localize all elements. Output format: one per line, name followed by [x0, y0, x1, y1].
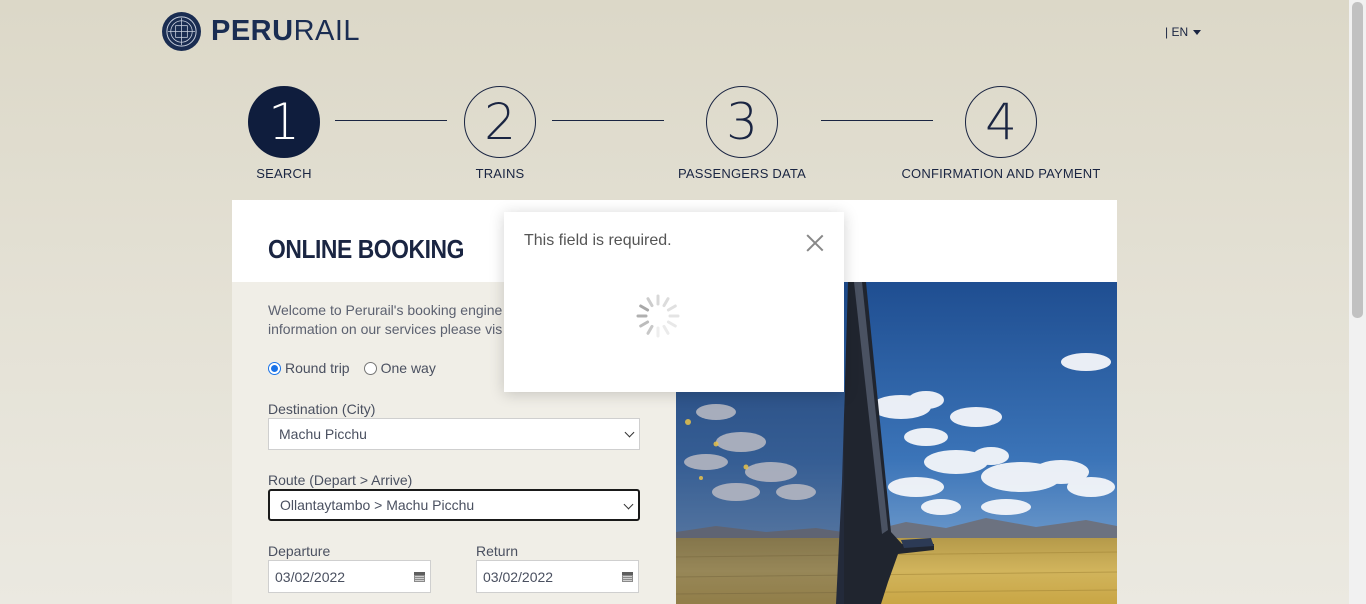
return-date-input[interactable]: 03/02/2022 [476, 560, 639, 593]
page-scrollbar[interactable] [1349, 0, 1366, 604]
destination-select[interactable]: Machu Picchu [268, 418, 640, 450]
brand-name-light: RAIL [293, 15, 361, 47]
step-connector-2 [552, 120, 664, 121]
step-passengers-data: 3 PASSENGERS DATA [672, 86, 812, 181]
validation-dialog: This field is required. [504, 212, 844, 392]
departure-date-input[interactable]: 03/02/2022 [268, 560, 431, 593]
radio-unchecked-icon[interactable] [363, 361, 377, 375]
caret-down-icon [1193, 29, 1202, 35]
step-confirmation-payment: 4 CONFIRMATION AND PAYMENT [896, 86, 1106, 181]
step-search: 1 SEARCH [234, 86, 334, 181]
route-label: Route (Depart > Arrive) [268, 472, 413, 488]
radio-checked-icon[interactable] [268, 361, 281, 375]
step-number: 4 [965, 86, 1037, 158]
brand-name: PERURAIL [211, 15, 360, 48]
perurail-emblem-icon [162, 12, 201, 51]
chevron-down-icon [624, 427, 635, 438]
round-trip-radio[interactable]: Round trip [268, 360, 350, 376]
step-label: SEARCH [256, 166, 312, 181]
round-trip-label: Round trip [285, 360, 350, 376]
step-label: PASSENGERS DATA [678, 166, 806, 181]
language-label: | EN [1165, 25, 1189, 39]
route-value: Ollantaytambo > Machu Picchu [280, 497, 475, 513]
destination-value: Machu Picchu [279, 426, 367, 442]
departure-label: Departure [268, 543, 331, 559]
step-trains: 2 TRAINS [450, 86, 550, 181]
departure-value: 03/02/2022 [275, 568, 346, 585]
destination-label: Destination (City) [268, 401, 376, 417]
step-label: TRAINS [475, 166, 525, 181]
step-number: 2 [464, 86, 536, 158]
return-label: Return [476, 543, 519, 559]
return-value: 03/02/2022 [483, 568, 554, 585]
brand-name-bold: PERU [211, 15, 294, 47]
chevron-down-icon [623, 499, 634, 510]
scrollbar-thumb[interactable] [1352, 2, 1363, 318]
one-way-label: One way [380, 360, 436, 376]
calendar-icon[interactable] [622, 572, 633, 582]
validation-message: This field is required. [524, 232, 672, 249]
language-selector[interactable]: | EN [1165, 25, 1202, 39]
calendar-icon[interactable] [414, 572, 425, 582]
step-label: CONFIRMATION AND PAYMENT [901, 166, 1101, 181]
one-way-radio[interactable]: One way [363, 360, 436, 376]
page-title: ONLINE BOOKING [268, 234, 464, 264]
step-connector-1 [335, 120, 447, 121]
step-number: 3 [706, 86, 778, 158]
perurail-logo[interactable]: PERURAIL [162, 12, 360, 51]
route-select[interactable]: Ollantaytambo > Machu Picchu [268, 489, 640, 521]
loading-spinner-icon [636, 294, 680, 338]
close-icon[interactable] [806, 234, 824, 252]
step-number: 1 [248, 86, 320, 158]
trip-type-group: Round trip One way [268, 360, 436, 376]
